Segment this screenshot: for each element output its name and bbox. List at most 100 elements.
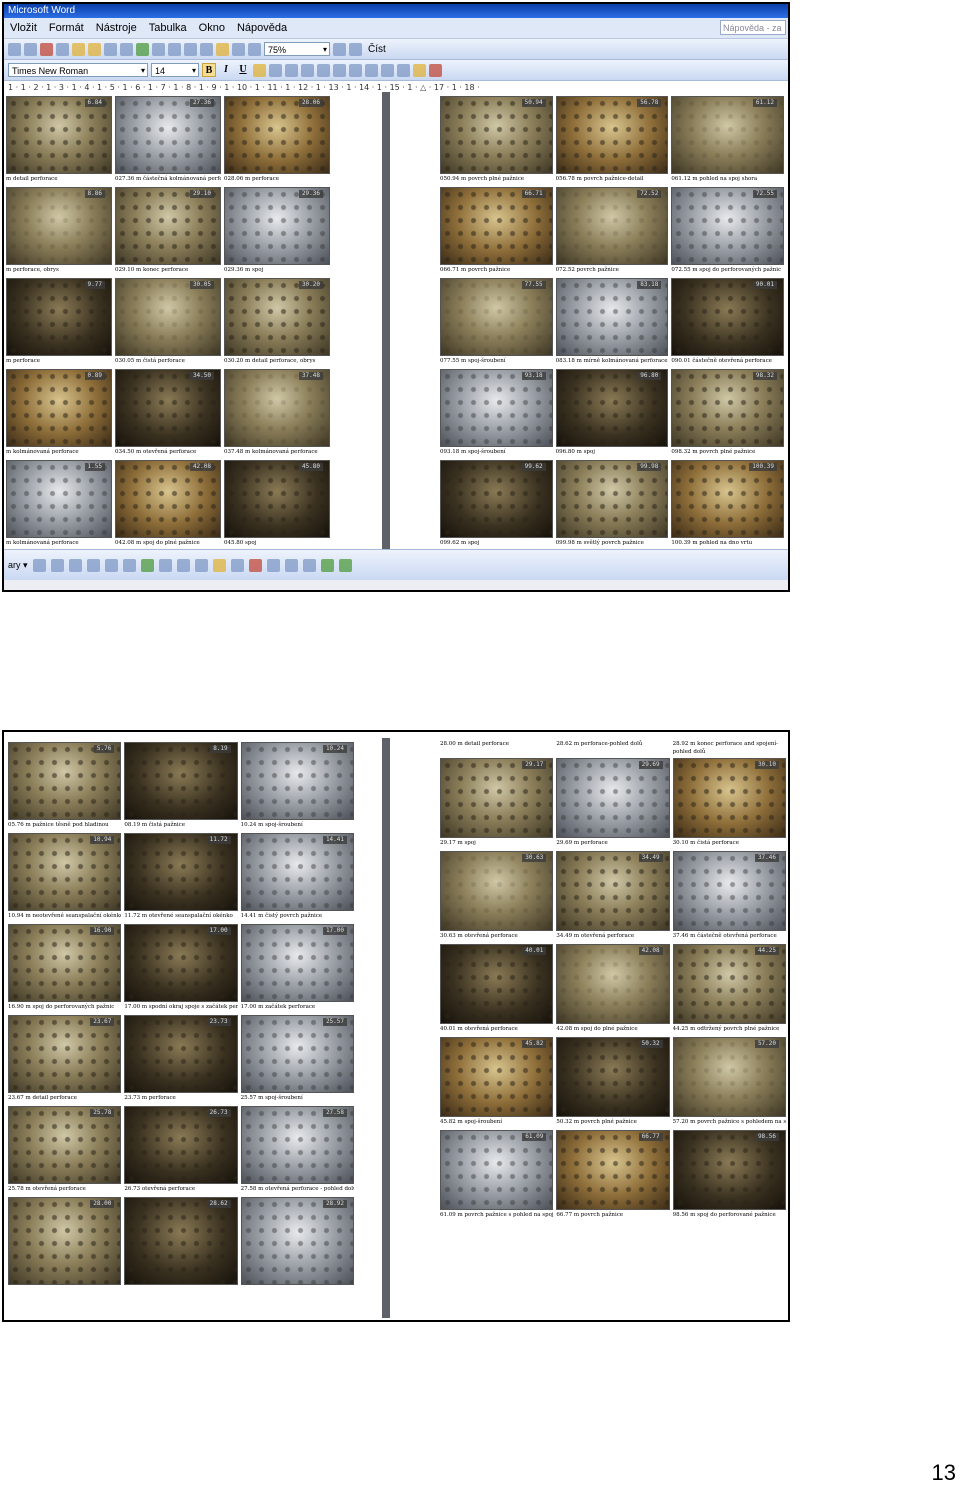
font-name-select[interactable]: Times New Roman [8, 63, 148, 78]
photo-cell: 45.82 45.82 m spoj-šroubení [440, 1037, 554, 1127]
tables-borders-icon[interactable] [152, 42, 165, 56]
depth-badge: 98.32 [752, 372, 777, 380]
photo-cell: 9.77 m perforace [6, 278, 112, 366]
decrease-indent-icon[interactable] [365, 63, 378, 77]
3d-icon[interactable] [338, 558, 352, 572]
insert-excel-icon[interactable] [184, 42, 197, 56]
oval-icon[interactable] [104, 558, 118, 572]
photo-table-right-header: 28.00 m detail perforace 28.62 m perfora… [440, 740, 786, 756]
align-center-icon[interactable] [269, 63, 282, 77]
diagram-icon[interactable] [158, 558, 172, 572]
numbering-icon[interactable] [333, 63, 346, 77]
font-color-icon[interactable] [429, 63, 442, 77]
undo-icon[interactable] [104, 42, 117, 56]
menu-insert[interactable]: Vložit [10, 22, 37, 34]
depth-badge: 93.18 [521, 372, 546, 380]
depth-badge: 28.92 [322, 1200, 347, 1208]
photo-cell: 29.10 029.10 m konec perforace [115, 187, 221, 275]
depth-badge: 5.76 [93, 745, 115, 753]
clip-art-icon[interactable] [176, 558, 190, 572]
borehole-photo: 40.01 [440, 944, 554, 1024]
italic-button[interactable]: I [219, 63, 233, 77]
line-style-icon[interactable] [266, 558, 280, 572]
highlight-icon[interactable] [413, 63, 426, 77]
photo-caption: 037.48 m kolmánovaná perforace [224, 449, 318, 455]
help-icon[interactable] [333, 42, 346, 56]
read-icon[interactable] [349, 42, 362, 56]
photo-cell: 34.50 034.50 m otevřená perforace [115, 369, 221, 457]
photo-caption: 50.32 m povrch plné pažnice [556, 1119, 637, 1125]
hyperlink-icon[interactable] [136, 42, 149, 56]
insert-table-icon[interactable] [168, 42, 181, 56]
font-size-select[interactable]: 14 [151, 63, 199, 78]
format-painter-icon[interactable] [88, 42, 101, 56]
borehole-photo: 30.20 [224, 278, 330, 356]
line-spacing-icon[interactable] [317, 63, 330, 77]
arrow-style-icon[interactable] [302, 558, 316, 572]
document-map-icon[interactable] [232, 42, 245, 56]
photo-cell: 50.32 50.32 m povrch plné pažnice [556, 1037, 670, 1127]
borehole-photo: 100.39 [671, 460, 784, 538]
line-color-icon[interactable] [230, 558, 244, 572]
menu-format[interactable]: Formát [49, 22, 84, 34]
menu-window[interactable]: Okno [199, 22, 225, 34]
borehole-photo: 27.58 [240, 1106, 354, 1184]
arrow-icon[interactable] [68, 558, 82, 572]
paste-icon[interactable] [72, 42, 85, 56]
depth-badge: 100.39 [749, 463, 777, 471]
depth-badge: 28.62 [206, 1200, 231, 1208]
text-box-icon[interactable] [122, 558, 136, 572]
photo-caption: 093.18 m spoj-šroubení [440, 449, 506, 455]
menu-bar: Vložit Formát Nástroje Tabulka Okno Nápo… [4, 18, 788, 39]
columns-icon[interactable] [200, 42, 213, 56]
increase-indent-icon[interactable] [381, 63, 394, 77]
zoom-select[interactable]: 75% [264, 42, 330, 57]
fill-color-icon[interactable] [212, 558, 226, 572]
dash-style-icon[interactable] [284, 558, 298, 572]
photo-cell: 98.32 098.32 m povrch plné pažnice [671, 369, 784, 457]
cut-icon[interactable] [40, 42, 53, 56]
redo-icon[interactable] [120, 42, 133, 56]
photo-cell: 0.89 m kolmánovaná perforace [6, 369, 112, 457]
line-icon[interactable] [50, 558, 64, 572]
borehole-photo: 37.46 [672, 851, 786, 931]
read-button[interactable]: Číst [365, 44, 389, 55]
select-objects-icon[interactable] [32, 558, 46, 572]
depth-badge: 72.55 [752, 190, 777, 198]
wordart-icon[interactable] [140, 558, 154, 572]
photo-cell: 50.94 050.94 m povrch plné pažnice [440, 96, 553, 184]
drawing-icon[interactable] [216, 42, 229, 56]
photo-cell: 28.62 [124, 1197, 238, 1285]
research-icon[interactable] [24, 42, 37, 56]
rectangle-icon[interactable] [86, 558, 100, 572]
menu-tools[interactable]: Nástroje [96, 22, 137, 34]
copy-icon[interactable] [56, 42, 69, 56]
photo-caption: 25.78 m otevřená perforace [8, 1186, 86, 1192]
help-search-input[interactable]: Nápověda - za [720, 20, 786, 35]
photo-cell: 42.08 42.08 m spoj do plné pažnice [556, 944, 670, 1034]
draw-menu[interactable]: ary ▾ [8, 560, 28, 571]
photo-caption: 26.73 otevřená perforace [124, 1186, 196, 1192]
bold-button[interactable]: B [202, 63, 216, 77]
shadow-icon[interactable] [320, 558, 334, 572]
menu-table[interactable]: Tabulka [149, 22, 187, 34]
menu-help[interactable]: Nápověda [237, 22, 287, 34]
justify-icon[interactable] [301, 63, 314, 77]
permission-icon[interactable] [8, 42, 21, 56]
align-right-icon[interactable] [285, 63, 298, 77]
font-color-draw-icon[interactable] [248, 558, 262, 572]
show-hide-icon[interactable] [248, 42, 261, 56]
depth-badge: 66.77 [638, 1133, 663, 1141]
borehole-photo: 17.00 [124, 924, 238, 1002]
photo-table-left: 5.76 05.76 m pažnice těsně pod hladinou 8.… [8, 742, 354, 1285]
borehole-photo: 61.09 [440, 1130, 554, 1210]
underline-button[interactable]: U [236, 63, 250, 77]
align-left-icon[interactable] [253, 63, 266, 77]
photo-caption: 045.80 spoj [224, 540, 257, 546]
bullets-icon[interactable] [349, 63, 362, 77]
photo-cell: 83.18 083.18 m mírně kolmánovaná perforac… [555, 278, 669, 366]
borders-icon[interactable] [397, 63, 410, 77]
depth-badge: 29.10 [189, 190, 214, 198]
photo-cell: 66.71 066.71 m povrch pažnice [440, 187, 553, 275]
insert-picture-icon[interactable] [194, 558, 208, 572]
